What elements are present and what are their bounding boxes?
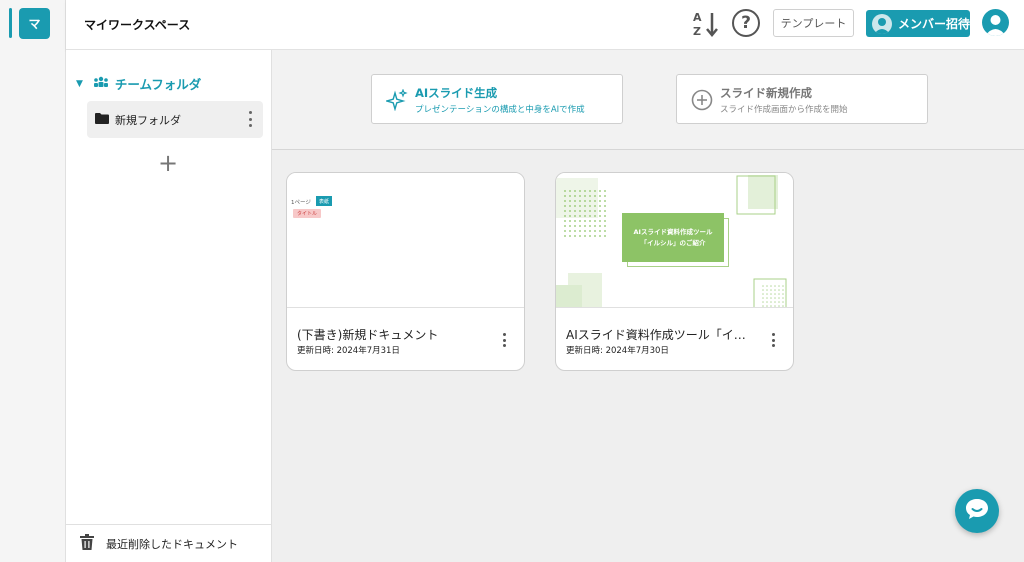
workspace-badge[interactable]: マ	[19, 8, 50, 39]
document-updated-date: 更新日時: 2024年7月31日	[297, 346, 400, 356]
recently-deleted-link[interactable]: 最近削除したドキュメント	[66, 524, 272, 562]
svg-text:A: A	[693, 11, 702, 24]
document-menu-icon[interactable]	[501, 333, 507, 347]
new-slide-subtitle: スライド作成画面から作成を開始	[720, 105, 848, 115]
invite-label: メンバー招待	[898, 17, 971, 31]
thumb-cover-tag: 表紙	[316, 196, 333, 206]
add-folder-button[interactable]: +	[158, 151, 178, 175]
document-menu-icon[interactable]	[770, 333, 776, 347]
chat-icon	[965, 498, 989, 524]
new-slide-title: スライド新規作成	[720, 86, 812, 100]
new-slide-button[interactable]: スライド新規作成 スライド作成画面から作成を開始	[676, 74, 928, 124]
thumb-page-label: 1ページ	[291, 200, 311, 206]
template-button[interactable]: テンプレート	[773, 9, 854, 37]
team-icon	[93, 76, 109, 91]
ai-slide-generate-button[interactable]: AIスライド生成 プレゼンテーションの構成と中身をAIで作成	[371, 74, 623, 124]
document-title: (下書き)新規ドキュメント	[297, 328, 439, 342]
ai-slide-title: AIスライド生成	[415, 86, 498, 100]
ai-slide-subtitle: プレゼンテーションの構成と中身をAIで作成	[415, 105, 585, 115]
active-indicator	[9, 8, 12, 38]
team-folder-label: チームフォルダ	[114, 77, 202, 92]
thumb-title-tag: タイトル	[293, 209, 322, 218]
folder-menu-icon[interactable]	[247, 111, 253, 127]
folder-sidebar: ▼ チームフォルダ 新規フォルダ + 最近削除したドキュメント	[66, 50, 272, 562]
sidebar-item-new-folder[interactable]: 新規フォルダ	[87, 101, 263, 138]
slide-title-box: AIスライド資料作成ツール「イルシル」のご紹介	[622, 213, 724, 262]
invite-member-button[interactable]: メンバー招待	[866, 10, 970, 37]
team-folder-toggle[interactable]: ▼ チームフォルダ	[76, 74, 201, 93]
document-card[interactable]: 1ページ 表紙 タイトル (下書き)新規ドキュメント 更新日時: 2024年7月…	[286, 172, 525, 371]
svg-text:Z: Z	[693, 25, 701, 38]
member-icon	[872, 13, 892, 34]
folder-icon	[95, 112, 109, 127]
folder-label: 新規フォルダ	[115, 113, 181, 127]
document-title: AIスライド資料作成ツール「イ…	[566, 328, 746, 342]
help-icon[interactable]: ?	[732, 9, 760, 37]
top-header: マイワークスペース A Z ? テンプレート メンバー招待	[66, 0, 1024, 50]
workspace-rail: マ	[0, 0, 66, 562]
chat-support-button[interactable]	[955, 489, 999, 533]
plus-circle-icon	[691, 89, 713, 111]
document-updated-date: 更新日時: 2024年7月30日	[566, 346, 669, 356]
document-card[interactable]: AIスライド資料作成ツール「イルシル」のご紹介 AIスライド資料作成ツール「イ……	[555, 172, 794, 371]
trash-icon	[80, 534, 94, 553]
sort-az-icon[interactable]: A Z	[692, 9, 720, 39]
page-title: マイワークスペース	[84, 18, 191, 32]
create-actions-panel: AIスライド生成 プレゼンテーションの構成と中身をAIで作成 スライド新規作成 …	[272, 50, 1024, 150]
sparkle-icon	[384, 88, 408, 112]
trash-label: 最近削除したドキュメント	[106, 537, 238, 551]
document-thumbnail[interactable]: 1ページ 表紙 タイトル	[287, 173, 524, 308]
user-avatar-icon[interactable]	[982, 9, 1009, 36]
document-thumbnail[interactable]: AIスライド資料作成ツール「イルシル」のご紹介	[556, 173, 793, 308]
chevron-down-icon: ▼	[76, 78, 83, 89]
